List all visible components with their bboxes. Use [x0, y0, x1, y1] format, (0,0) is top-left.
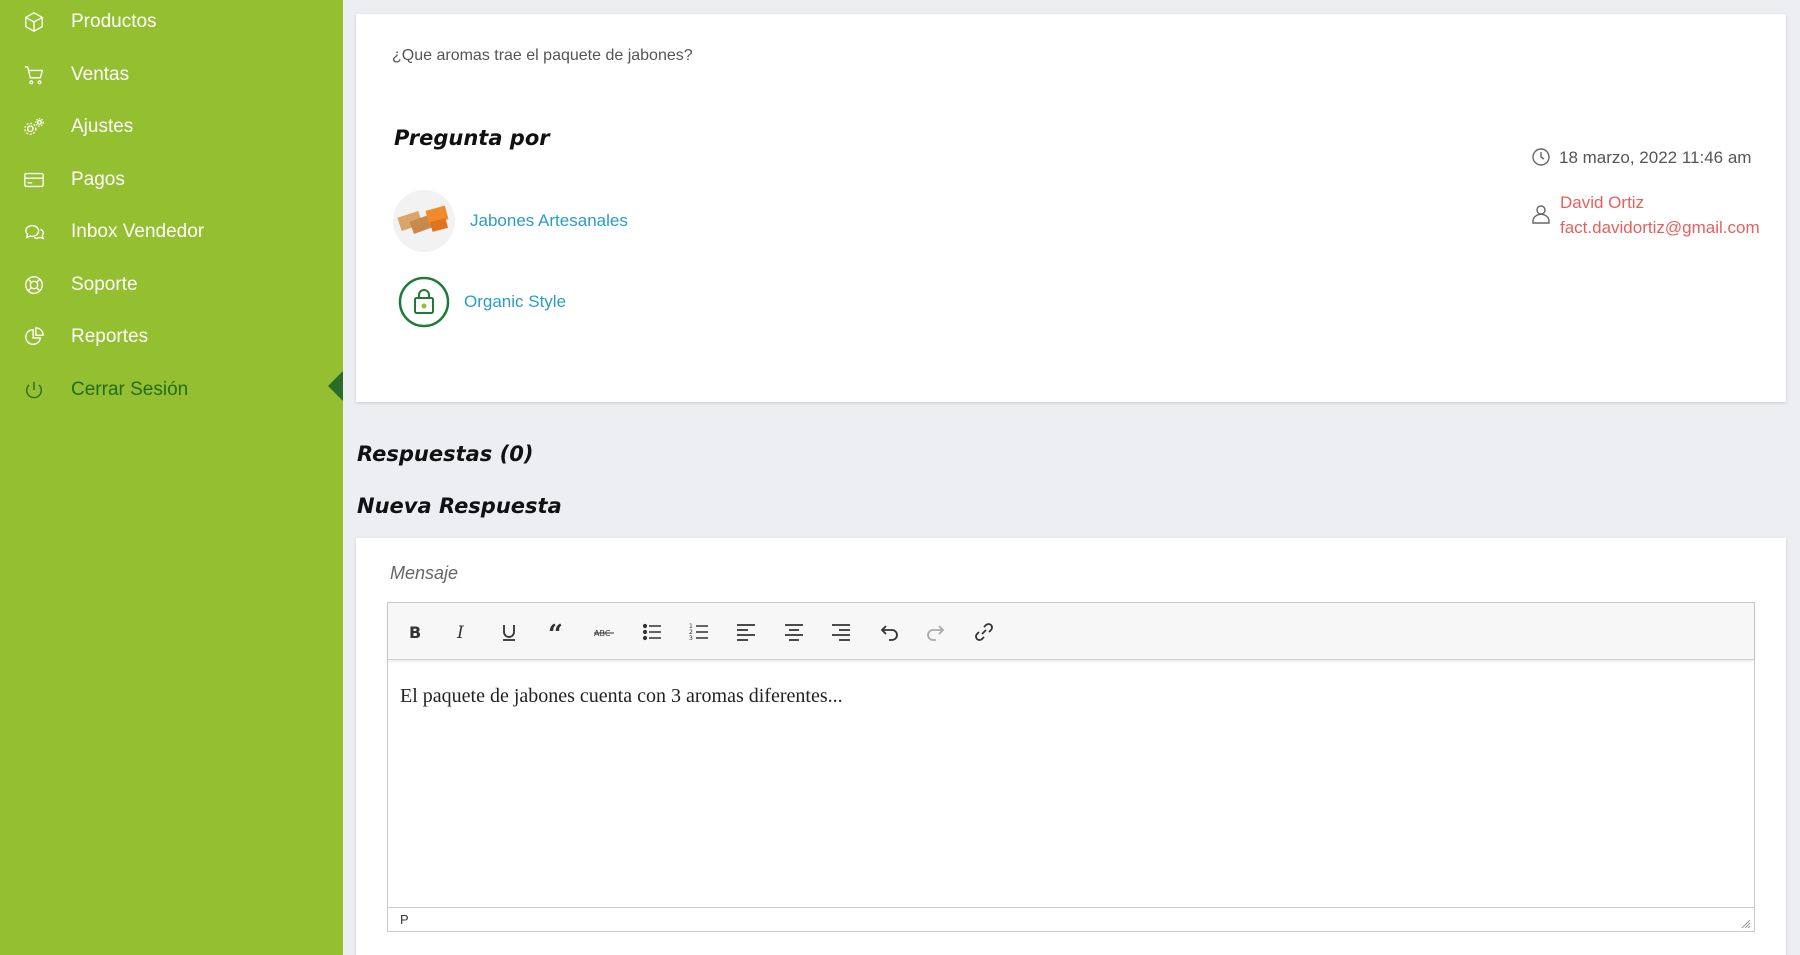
resize-handle-icon[interactable] [1739, 916, 1751, 929]
sidebar-item-label: Reportes [71, 326, 149, 347]
power-icon [22, 378, 46, 402]
element-path: P [400, 912, 409, 927]
rich-text-editor[interactable]: B I “ ABC 123 El paquete de jabones cuen… [387, 602, 1755, 932]
gears-icon [22, 115, 46, 139]
chat-icon [22, 220, 46, 244]
sidebar-item-ajustes[interactable]: Ajustes [0, 102, 343, 152]
bold-button[interactable]: B [400, 617, 430, 647]
numbered-list-button[interactable]: 123 [684, 617, 714, 647]
bullet-list-icon [642, 623, 661, 641]
strikethrough-icon: ABC [594, 629, 614, 638]
sidebar-item-soporte[interactable]: Soporte [0, 260, 343, 310]
editor-toolbar: B I “ ABC 123 [388, 603, 1754, 660]
undo-button[interactable] [874, 617, 904, 647]
align-left-icon [737, 624, 755, 641]
credit-card-icon [22, 168, 46, 192]
svg-text:B: B [409, 623, 421, 642]
align-left-button[interactable] [731, 617, 761, 647]
user-name: David Ortiz [1560, 193, 1645, 212]
product-thumbnail[interactable] [393, 190, 455, 252]
italic-icon: I [456, 623, 464, 643]
redo-icon [927, 625, 945, 641]
svg-text:I: I [456, 623, 464, 643]
bold-icon: B [409, 623, 421, 642]
italic-button[interactable]: I [447, 617, 477, 647]
sidebar-item-inbox[interactable]: Inbox Vendedor [0, 207, 343, 257]
message-label: Mensaje [390, 563, 459, 583]
sidebar-item-label: Ajustes [71, 116, 134, 137]
cart-icon [22, 63, 46, 87]
sidebar-item-label: Cerrar Sesión [71, 379, 189, 400]
underline-icon [503, 625, 515, 641]
sidebar-item-label: Inbox Vendedor [71, 221, 205, 242]
strikethrough-button[interactable]: ABC [589, 617, 619, 647]
align-right-icon [832, 624, 850, 641]
store-logo-icon[interactable] [398, 276, 450, 328]
answer-card: Mensaje B I “ ABC 123 El paquete de jabo… [356, 538, 1786, 955]
pie-chart-icon [22, 325, 46, 349]
store-link[interactable]: Organic Style [464, 292, 566, 312]
blockquote-icon: “ [548, 621, 563, 643]
underline-button[interactable] [494, 617, 524, 647]
align-right-button[interactable] [826, 617, 856, 647]
sidebar-item-label: Productos [71, 11, 157, 32]
user-icon [1531, 203, 1551, 225]
link-icon [975, 623, 993, 641]
sidebar-item-cerrar-sesion[interactable]: Cerrar Sesión [0, 365, 343, 415]
sidebar-item-pagos[interactable]: Pagos [0, 155, 343, 205]
cube-icon [22, 10, 46, 34]
question-by-title: Pregunta por [394, 126, 550, 150]
align-center-icon [785, 624, 803, 641]
sidebar-item-reportes[interactable]: Reportes [0, 312, 343, 362]
sidebar-item-label: Soporte [71, 274, 138, 295]
sidebar-item-label: Ventas [71, 64, 130, 85]
sidebar-item-label: Pagos [71, 169, 125, 190]
svg-text:“: “ [548, 621, 563, 643]
undo-icon [880, 625, 898, 641]
sidebar-item-productos[interactable]: Productos [0, 0, 343, 47]
active-indicator [328, 371, 343, 401]
editor-content[interactable]: El paquete de jabones cuenta con 3 aroma… [400, 685, 843, 708]
question-card: ¿Que aromas trae el paquete de jabones? … [356, 14, 1786, 402]
question-date: 18 marzo, 2022 11:46 am [1559, 148, 1752, 167]
lifebuoy-icon [22, 273, 46, 297]
clock-icon [1531, 147, 1551, 167]
sidebar-item-ventas[interactable]: Ventas [0, 50, 343, 100]
svg-text:3: 3 [689, 635, 693, 642]
sidebar: Productos Ventas Ajustes Pagos Inbox Ven… [0, 0, 343, 955]
answers-title: Respuestas (0) [357, 442, 534, 466]
link-button[interactable] [969, 617, 999, 647]
blockquote-button[interactable]: “ [542, 617, 572, 647]
align-center-button[interactable] [779, 617, 809, 647]
question-text: ¿Que aromas trae el paquete de jabones? [392, 47, 693, 64]
editor-statusbar: P [388, 907, 1754, 931]
redo-button[interactable] [921, 617, 951, 647]
product-link[interactable]: Jabones Artesanales [470, 211, 628, 231]
new-answer-title: Nueva Respuesta [357, 494, 562, 518]
user-email: fact.davidortiz@gmail.com [1560, 218, 1760, 237]
numbered-list-icon: 123 [689, 623, 708, 642]
bullet-list-button[interactable] [637, 617, 667, 647]
